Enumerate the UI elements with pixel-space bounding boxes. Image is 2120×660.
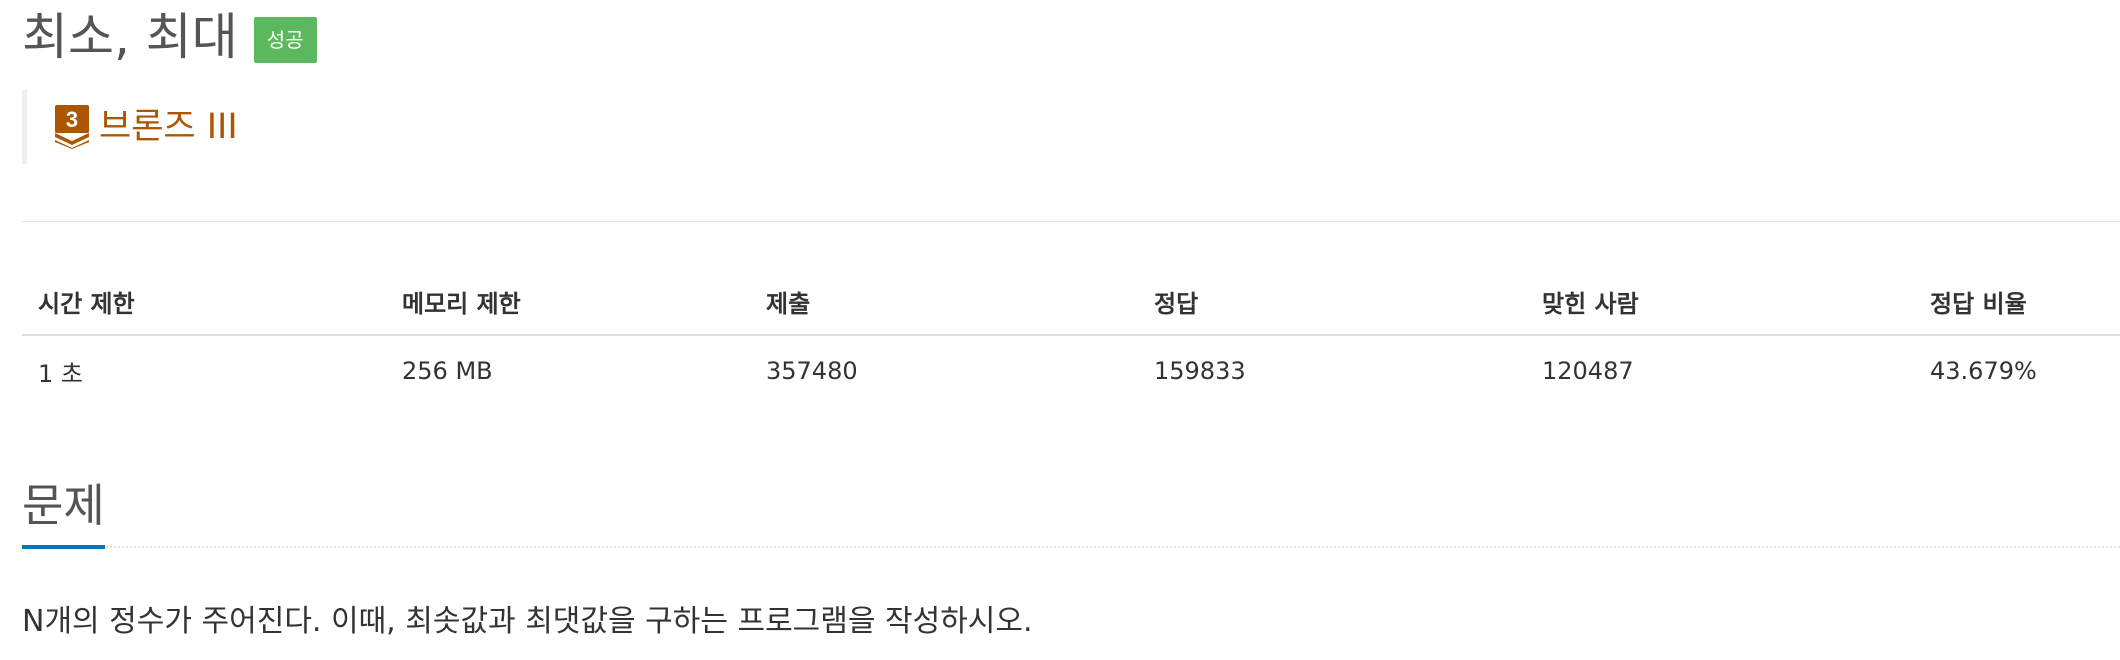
status-badge: 성공 bbox=[253, 17, 317, 63]
bronze-tier-badge-icon: 3 bbox=[55, 105, 89, 149]
divider bbox=[22, 221, 2120, 222]
cell-accept-rate: 43.679% bbox=[1930, 357, 2037, 385]
header-time-limit: 시간 제한 bbox=[22, 268, 386, 336]
tier-block: 3 브론즈 III bbox=[22, 90, 238, 164]
cell-solvers: 120487 bbox=[1542, 357, 1634, 385]
problem-description: N개의 정수가 주어진다. 이때, 최솟값과 최댓값을 구하는 프로그램을 작성… bbox=[22, 604, 1033, 639]
tier-link[interactable]: 브론즈 III bbox=[99, 105, 238, 149]
cell-submissions[interactable]: 357480 bbox=[750, 335, 1138, 406]
header-accept-rate: 정답 비율 bbox=[1914, 268, 2120, 336]
problem-page: 최소, 최대 성공 3 브론즈 III 시간 제한 메모리 제한 제출 정답 맞… bbox=[0, 0, 2120, 660]
header-accepted: 정답 bbox=[1138, 268, 1526, 336]
header-memory-limit: 메모리 제한 bbox=[386, 268, 750, 336]
tier-level-number: 3 bbox=[66, 107, 78, 132]
title-row: 최소, 최대 성공 bbox=[22, 0, 317, 74]
page-title: 최소, 최대 bbox=[22, 8, 238, 66]
table-row: 1 초 256 MB 357480 159833 120487 43.679% bbox=[22, 335, 2120, 406]
header-solvers: 맞힌 사람 bbox=[1526, 268, 1914, 336]
cell-accepted: 159833 bbox=[1154, 357, 1246, 385]
table-header-row: 시간 제한 메모리 제한 제출 정답 맞힌 사람 정답 비율 bbox=[22, 268, 2120, 336]
header-submissions: 제출 bbox=[750, 268, 1138, 336]
cell-memory-limit: 256 MB bbox=[402, 357, 493, 385]
section-heading: 문제 bbox=[22, 466, 2120, 549]
problem-info-table: 시간 제한 메모리 제한 제출 정답 맞힌 사람 정답 비율 1 초 256 M… bbox=[22, 268, 2120, 406]
cell-time-limit: 1 초 bbox=[38, 359, 83, 388]
section-title: 문제 bbox=[22, 471, 105, 549]
